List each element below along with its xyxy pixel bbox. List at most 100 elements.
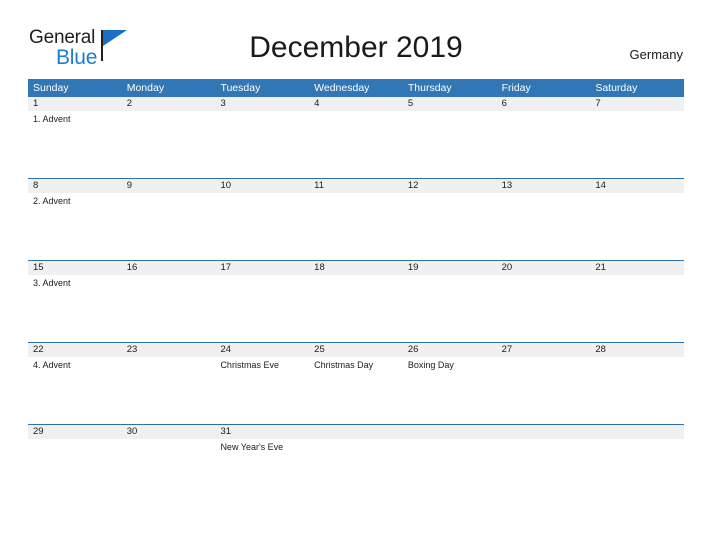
day-number[interactable]: 1 bbox=[28, 97, 122, 111]
day-events[interactable]: 3. Advent bbox=[28, 275, 122, 342]
day-events bbox=[122, 439, 216, 506]
weekday-header-sunday: Sunday bbox=[33, 82, 69, 94]
day-events[interactable]: 1. Advent bbox=[28, 111, 122, 178]
day-number[interactable]: 16 bbox=[122, 261, 216, 275]
day-number[interactable]: 21 bbox=[590, 261, 684, 275]
week-event-band: 2. Advent bbox=[28, 193, 684, 260]
day-number[interactable]: 2 bbox=[122, 97, 216, 111]
page-header: General Blue December 2019 Germany bbox=[0, 0, 712, 68]
day-number[interactable]: 12 bbox=[403, 179, 497, 193]
calendar-week-row: 1 2 3 4 5 6 7 1. Advent bbox=[28, 97, 684, 178]
week-event-band: New Year's Eve bbox=[28, 439, 684, 506]
day-events bbox=[403, 439, 497, 506]
day-events[interactable]: New Year's Eve bbox=[215, 439, 309, 506]
day-number bbox=[403, 425, 497, 439]
day-events[interactable]: Boxing Day bbox=[403, 357, 497, 424]
calendar-page: General Blue December 2019 Germany Sunda… bbox=[0, 0, 712, 550]
weekday-header-thursday: Thursday bbox=[407, 82, 452, 94]
calendar-week-row: 8 9 10 11 12 13 14 2. Advent bbox=[28, 178, 684, 260]
calendar-week-row: 15 16 17 18 19 20 21 3. Advent bbox=[28, 260, 684, 342]
day-number[interactable]: 30 bbox=[122, 425, 216, 439]
day-number[interactable]: 5 bbox=[403, 97, 497, 111]
day-number[interactable]: 31 bbox=[215, 425, 309, 439]
day-number[interactable]: 29 bbox=[28, 425, 122, 439]
day-number bbox=[309, 425, 403, 439]
day-events bbox=[590, 193, 684, 260]
day-events bbox=[497, 193, 591, 260]
day-events bbox=[497, 275, 591, 342]
week-event-band: 4. Advent Christmas Eve Christmas Day Boxin… bbox=[28, 357, 684, 424]
day-events[interactable]: Christmas Eve bbox=[215, 357, 309, 424]
week-date-band: 22 23 24 25 26 27 28 bbox=[28, 342, 684, 357]
day-events bbox=[309, 439, 403, 506]
day-events bbox=[590, 275, 684, 342]
day-events[interactable]: Christmas Day bbox=[309, 357, 403, 424]
day-events bbox=[590, 357, 684, 424]
day-number[interactable]: 13 bbox=[497, 179, 591, 193]
day-events bbox=[122, 357, 216, 424]
day-number[interactable]: 3 bbox=[215, 97, 309, 111]
week-date-band: 1234567 bbox=[28, 97, 684, 111]
day-number[interactable]: 10 bbox=[215, 179, 309, 193]
day-number[interactable]: 17 bbox=[215, 261, 309, 275]
event-label: 4. Advent bbox=[33, 360, 71, 370]
day-events[interactable]: 4. Advent bbox=[28, 357, 122, 424]
day-events bbox=[403, 275, 497, 342]
calendar-week-row: 29 30 31 New Year's Eve bbox=[28, 424, 684, 506]
country-label: Germany bbox=[629, 47, 683, 62]
day-number[interactable]: 26 bbox=[403, 343, 497, 357]
day-number bbox=[590, 425, 684, 439]
day-events bbox=[122, 193, 216, 260]
weekday-header-wednesday: Wednesday bbox=[314, 82, 370, 94]
day-events bbox=[122, 275, 216, 342]
day-number[interactable]: 18 bbox=[309, 261, 403, 275]
day-number[interactable]: 23 bbox=[122, 343, 216, 357]
event-label: 3. Advent bbox=[33, 278, 71, 288]
day-number[interactable]: 8 bbox=[28, 179, 122, 193]
day-events bbox=[215, 111, 309, 178]
day-events bbox=[590, 111, 684, 178]
event-label: 1. Advent bbox=[33, 114, 71, 124]
day-number[interactable]: 9 bbox=[122, 179, 216, 193]
day-number bbox=[497, 425, 591, 439]
day-number[interactable]: 20 bbox=[497, 261, 591, 275]
event-label: Boxing Day bbox=[407, 360, 454, 370]
day-events bbox=[403, 111, 497, 178]
day-events bbox=[215, 193, 309, 260]
weekday-header-monday: Monday bbox=[126, 82, 165, 94]
week-event-band: 3. Advent bbox=[28, 275, 684, 342]
event-label: 2. Advent bbox=[33, 196, 71, 206]
weekday-header-tuesday: Tuesday bbox=[220, 82, 261, 94]
event-label: Christmas Eve bbox=[220, 360, 279, 370]
day-number[interactable]: 27 bbox=[497, 343, 591, 357]
day-number[interactable]: 4 bbox=[309, 97, 403, 111]
day-events bbox=[497, 439, 591, 506]
page-title: December 2019 bbox=[249, 31, 463, 64]
calendar-week-row: 22 23 24 25 26 27 28 4. Advent Christmas Eve Chri… bbox=[28, 342, 684, 424]
day-events[interactable]: 2. Advent bbox=[28, 193, 122, 260]
week-date-band: 29 30 31 bbox=[28, 424, 684, 439]
day-number[interactable]: 11 bbox=[309, 179, 403, 193]
day-events bbox=[497, 111, 591, 178]
day-number[interactable]: 6 bbox=[497, 97, 591, 111]
day-number[interactable]: 7 bbox=[590, 97, 684, 111]
day-number[interactable]: 25 bbox=[309, 343, 403, 357]
day-events bbox=[309, 111, 403, 178]
day-number[interactable]: 15 bbox=[28, 261, 122, 275]
day-number[interactable]: 24 bbox=[215, 343, 309, 357]
weekday-header-saturday: Saturday bbox=[595, 82, 638, 94]
day-events bbox=[309, 275, 403, 342]
day-number[interactable]: 22 bbox=[28, 343, 122, 357]
day-number[interactable]: 14 bbox=[590, 179, 684, 193]
week-date-band: 15 16 17 18 19 20 21 bbox=[28, 260, 684, 275]
day-number[interactable]: 19 bbox=[403, 261, 497, 275]
day-events bbox=[497, 357, 591, 424]
day-events bbox=[403, 193, 497, 260]
month-calendar: Sunday Monday Tuesday Wednesday Thursday… bbox=[28, 79, 684, 506]
event-label: New Year's Eve bbox=[220, 442, 284, 452]
weekday-header-row: Sunday Monday Tuesday Wednesday Thursday… bbox=[28, 79, 684, 97]
event-label: Christmas Day bbox=[314, 360, 374, 370]
day-number[interactable]: 28 bbox=[590, 343, 684, 357]
week-event-band: 1. Advent bbox=[28, 111, 684, 178]
day-events bbox=[309, 193, 403, 260]
